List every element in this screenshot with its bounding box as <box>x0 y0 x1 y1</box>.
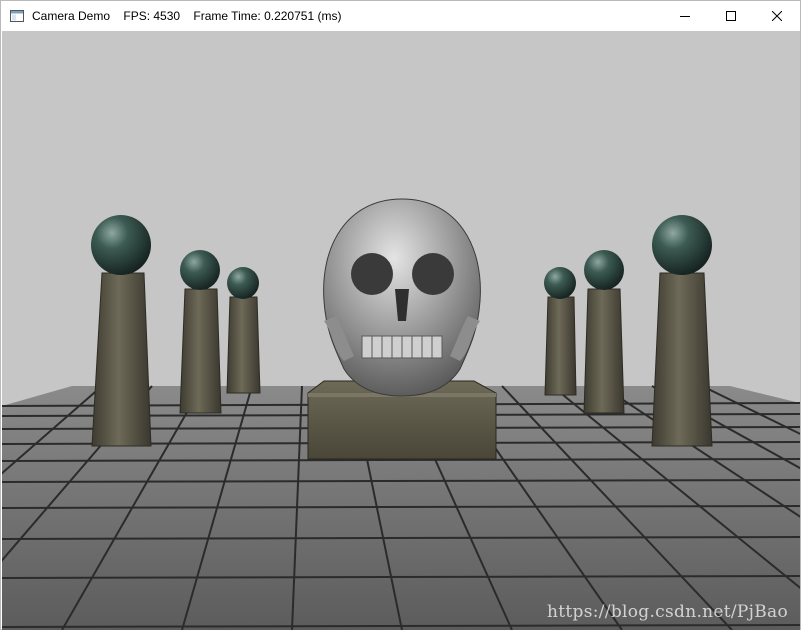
sphere-right-front <box>652 215 712 275</box>
column-right-back <box>544 267 577 396</box>
app-window: Camera Demo FPS: 4530 Frame Time: 0.2207… <box>0 0 801 630</box>
sphere-left-back <box>227 267 259 299</box>
sphere-left-mid <box>180 250 220 290</box>
render-viewport[interactable]: https://blog.csdn.net/PjBao <box>2 31 800 630</box>
column-left-mid <box>179 250 222 414</box>
column-right-mid <box>583 250 625 414</box>
scene-canvas <box>2 31 800 630</box>
minimize-icon <box>680 16 690 17</box>
title-bar[interactable]: Camera Demo FPS: 4530 Frame Time: 0.2207… <box>1 1 800 31</box>
column-right-front <box>651 215 713 447</box>
maximize-icon <box>726 11 736 21</box>
sphere-left-front <box>91 215 151 275</box>
minimize-button[interactable] <box>662 1 708 31</box>
caption-buttons <box>662 1 800 31</box>
column-left-front <box>91 215 152 447</box>
close-button[interactable] <box>754 1 800 31</box>
window-app-icon <box>10 10 24 22</box>
sphere-right-mid <box>584 250 624 290</box>
maximize-button[interactable] <box>708 1 754 31</box>
close-icon <box>772 11 782 21</box>
sphere-right-back <box>544 267 576 299</box>
window-title: Camera Demo FPS: 4530 Frame Time: 0.2207… <box>32 9 342 23</box>
watermark-text: https://blog.csdn.net/PjBao <box>547 602 788 622</box>
skull <box>323 198 481 397</box>
column-left-back <box>226 267 261 394</box>
